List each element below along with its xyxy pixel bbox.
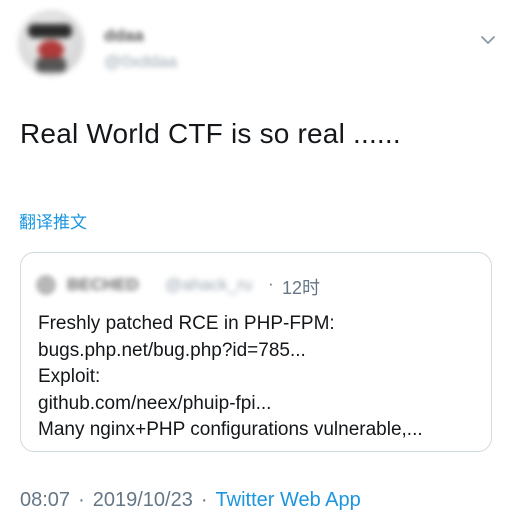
quoted-author-handle: @ahack_ru xyxy=(165,275,253,294)
tweet-footer: 08:07 · 2019/10/23 · Twitter Web App xyxy=(20,489,361,512)
tweet-source-link[interactable]: Twitter Web App xyxy=(216,489,361,511)
quoted-tweet-card[interactable]: BECHED @ahack_ru · 12时 Freshly patched R… xyxy=(20,252,492,452)
quoted-time: 12时 xyxy=(282,278,321,298)
quoted-text-line: Exploit: xyxy=(38,366,101,387)
author-handle[interactable]: @0xddaa xyxy=(104,52,177,72)
footer-separator: · xyxy=(78,489,85,511)
quoted-tweet-text: Freshly patched RCE in PHP-FPM: bugs.php… xyxy=(38,311,423,444)
quoted-text-line: bugs.php.net/bug.php?id=785... xyxy=(38,339,306,361)
chevron-down-icon[interactable] xyxy=(478,30,498,50)
translate-tweet-link[interactable]: 翻译推文 xyxy=(19,208,87,233)
avatar[interactable] xyxy=(18,10,84,76)
quoted-separator: · xyxy=(268,274,274,293)
quoted-text-line: Freshly patched RCE in PHP-FPM: xyxy=(38,313,335,334)
tweet: ddaa @0xddaa Real World CTF is so real .… xyxy=(0,0,518,530)
footer-separator: · xyxy=(200,489,208,511)
tweet-time[interactable]: 08:07 xyxy=(20,489,70,511)
quoted-author-avatar xyxy=(36,275,56,295)
tweet-text: Real World CTF is so real ...... xyxy=(20,118,401,149)
quoted-author-name: BECHED xyxy=(67,275,139,294)
tweet-date[interactable]: 2019/10/23 xyxy=(93,489,193,511)
quoted-text-line: github.com/neex/phuip-fpi... xyxy=(38,392,272,414)
author-display-name[interactable]: ddaa xyxy=(104,26,144,46)
quoted-text-line: Many nginx+PHP configurations vulnerable… xyxy=(38,419,423,440)
